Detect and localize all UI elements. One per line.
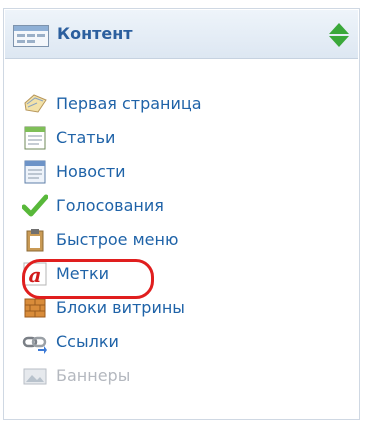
menu-item-label: Быстрое меню bbox=[56, 230, 179, 249]
clipboard-icon bbox=[26, 229, 44, 252]
menu-item-quick-menu[interactable]: Быстрое меню bbox=[22, 223, 202, 257]
menu-item-label: Первая страница bbox=[56, 94, 202, 113]
menu-item-articles[interactable]: Статьи bbox=[22, 121, 202, 155]
menu-item-label: Ссылки bbox=[56, 332, 119, 351]
menu-item-homepage[interactable]: Первая страница bbox=[22, 87, 202, 121]
banner-image-icon bbox=[23, 368, 47, 385]
expand-collapse-icon[interactable] bbox=[328, 22, 350, 48]
articles-icon bbox=[24, 126, 46, 150]
menu-item-label: Метки bbox=[56, 264, 110, 283]
content-menu: Первая страница Статьи Новости Голосован… bbox=[22, 87, 202, 393]
menu-item-label: Баннеры bbox=[56, 366, 131, 385]
menu-item-polls[interactable]: Голосования bbox=[22, 189, 202, 223]
brick-blocks-icon bbox=[24, 298, 46, 318]
menu-item-showcase-blocks[interactable]: Блоки витрины bbox=[22, 291, 202, 325]
panel-title: Контент bbox=[57, 24, 133, 43]
news-icon bbox=[24, 160, 46, 184]
panel-header: Контент bbox=[5, 10, 358, 59]
homepage-icon bbox=[24, 94, 47, 113]
menu-item-label: Голосования bbox=[56, 196, 164, 215]
menu-item-links[interactable]: Ссылки bbox=[22, 325, 202, 359]
menu-item-label: Новости bbox=[56, 162, 126, 181]
svg-text:a: a bbox=[29, 263, 42, 287]
menu-item-news[interactable]: Новости bbox=[22, 155, 202, 189]
link-chain-icon bbox=[22, 336, 47, 354]
menu-item-tags[interactable]: a Метки bbox=[22, 257, 202, 291]
content-panel: Контент Первая страница Статьи Новости Г… bbox=[3, 8, 360, 420]
tag-letter-a-icon: a bbox=[23, 262, 47, 287]
menu-item-banners[interactable]: Баннеры bbox=[22, 359, 202, 393]
menu-item-label: Блоки витрины bbox=[56, 298, 185, 317]
checkmark-icon bbox=[22, 194, 48, 217]
module-window-icon bbox=[13, 25, 49, 47]
menu-item-label: Статьи bbox=[56, 128, 116, 147]
